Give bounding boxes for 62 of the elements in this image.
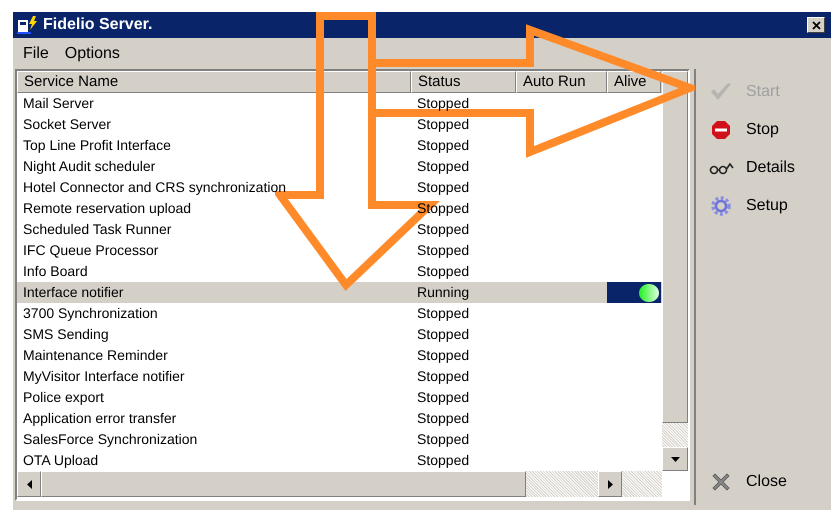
service-name: Remote reservation upload	[23, 199, 192, 218]
service-name: IFC Queue Processor	[23, 241, 158, 260]
status-text: Stopped	[417, 388, 470, 407]
service-name: Application error transfer	[23, 409, 176, 428]
service-row[interactable]: Interface notifier Running	[17, 282, 662, 303]
horizontal-scrollbar[interactable]	[17, 471, 662, 497]
close-icon	[812, 20, 820, 30]
status-text: Stopped	[417, 220, 470, 239]
status-text: Stopped	[417, 346, 470, 365]
menu-item[interactable]: File	[17, 42, 55, 66]
glasses-icon	[708, 161, 734, 175]
scroll-left-button[interactable]	[17, 471, 41, 497]
status-light-icon	[639, 284, 659, 302]
close-button[interactable]: Close	[696, 463, 830, 501]
status-text: Stopped	[417, 451, 470, 470]
service-name: Mail Server	[23, 94, 94, 113]
service-name: SalesForce Synchronization	[23, 430, 198, 449]
setup-button[interactable]: Setup	[696, 187, 830, 225]
status-text: Stopped	[417, 157, 470, 176]
status-text: Stopped	[417, 94, 470, 113]
service-name: Maintenance Reminder	[23, 346, 168, 365]
service-name: SMS Sending	[23, 325, 109, 344]
status-text: Stopped	[417, 262, 470, 281]
status-text: Stopped	[417, 115, 470, 134]
column-header[interactable]: Service Name	[17, 71, 411, 93]
column-header[interactable]: Status	[411, 71, 516, 93]
right-arrow-icon	[608, 480, 612, 488]
close-icon	[710, 471, 732, 493]
status-text: Stopped	[417, 178, 470, 197]
gear-icon	[711, 196, 731, 216]
app-logo-icon	[17, 15, 39, 35]
service-name: Scheduled Task Runner	[23, 220, 172, 239]
service-name: Info Board	[23, 262, 88, 281]
details-button[interactable]: Details	[696, 149, 830, 187]
scroll-down-button[interactable]	[662, 447, 688, 471]
service-name: 3700 Synchronization	[23, 304, 158, 323]
status-text: Stopped	[417, 136, 470, 155]
service-name: Interface notifier	[23, 283, 124, 302]
stop-sign-icon	[711, 120, 731, 140]
status-text: Stopped	[417, 409, 470, 428]
status-text: Stopped	[417, 241, 470, 260]
service-name: Socket Server	[23, 115, 111, 134]
left-arrow-icon	[26, 480, 32, 488]
scroll-thumb[interactable]	[41, 471, 526, 497]
service-name: Top Line Profit Interface	[23, 136, 171, 155]
menu-item[interactable]: Options	[58, 42, 126, 66]
column-header[interactable]: Auto Run	[516, 71, 607, 93]
window-title: Fidelio Server.	[43, 15, 152, 35]
down-arrow-icon	[670, 456, 680, 462]
status-text: Stopped	[417, 325, 470, 344]
status-text: Stopped	[417, 304, 470, 323]
scroll-right-button[interactable]	[598, 471, 622, 497]
service-name: Police export	[23, 388, 104, 407]
service-name: OTA Upload	[23, 451, 98, 470]
service-name: Night Audit scheduler	[23, 157, 156, 176]
close-button[interactable]	[807, 17, 825, 33]
status-text: Stopped	[417, 430, 470, 449]
service-name: MyVisitor Interface notifier	[23, 367, 185, 386]
status-text: Running	[417, 283, 470, 302]
stop-button[interactable]: Stop	[696, 111, 830, 149]
service-name: Hotel Connector and CRS synchronization	[23, 178, 286, 197]
status-text: Stopped	[417, 367, 470, 386]
